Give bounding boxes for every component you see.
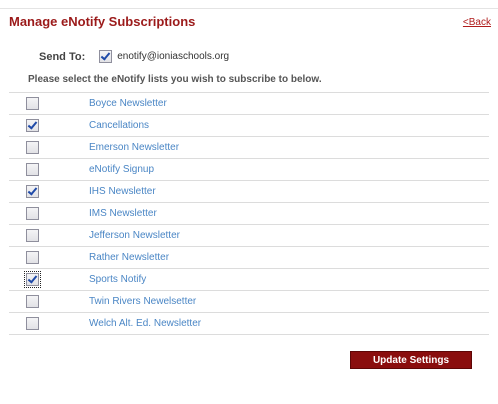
subscription-checkbox[interactable] — [26, 229, 39, 242]
subscription-checkbox[interactable] — [26, 163, 39, 176]
subscription-checkbox[interactable] — [26, 97, 39, 110]
subscription-link[interactable]: eNotify Signup — [89, 164, 154, 175]
subscription-row: Boyce Newsletter — [9, 93, 489, 115]
top-divider — [0, 8, 498, 9]
subscription-link[interactable]: Welch Alt. Ed. Newsletter — [89, 318, 201, 329]
instructions-text: Please select the eNotify lists you wish… — [28, 74, 322, 85]
back-link[interactable]: <Back — [463, 17, 491, 28]
subscription-row: eNotify Signup — [9, 159, 489, 181]
subscription-link[interactable]: IHS Newsletter — [89, 186, 156, 197]
subscription-checkbox[interactable] — [26, 207, 39, 220]
subscription-link[interactable]: Twin Rivers Newelsetter — [89, 296, 196, 307]
subscription-link[interactable]: IMS Newsletter — [89, 208, 157, 219]
send-to-email: enotify@ioniaschools.org — [117, 51, 230, 62]
subscription-row: Jefferson Newsletter — [9, 225, 489, 247]
subscription-checkbox[interactable] — [26, 185, 39, 198]
subscription-checkbox[interactable] — [26, 141, 39, 154]
subscription-row: IMS Newsletter — [9, 203, 489, 225]
subscription-checkbox[interactable] — [24, 271, 41, 288]
subscription-link[interactable]: Cancellations — [89, 120, 149, 131]
subscription-row: Twin Rivers Newelsetter — [9, 291, 489, 313]
subscription-checkbox[interactable] — [26, 119, 39, 132]
subscription-row: Cancellations — [9, 115, 489, 137]
subscription-link[interactable]: Sports Notify — [89, 274, 146, 285]
page-title: Manage eNotify Subscriptions — [9, 14, 196, 29]
subscription-list: Boyce Newsletter Cancellations Emerson New… — [9, 92, 489, 335]
send-to-row: Send To: enotify@ioniaschools.org — [39, 50, 229, 63]
subscription-checkbox[interactable] — [26, 295, 39, 308]
subscription-link[interactable]: Emerson Newsletter — [89, 142, 179, 153]
update-settings-button[interactable]: Update Settings — [350, 351, 472, 369]
subscription-checkbox[interactable] — [26, 317, 39, 330]
subscription-link[interactable]: Boyce Newsletter — [89, 98, 167, 109]
subscription-link[interactable]: Rather Newsletter — [89, 252, 169, 263]
subscription-row: Rather Newsletter — [9, 247, 489, 269]
subscription-row: Emerson Newsletter — [9, 137, 489, 159]
subscription-row: Sports Notify — [9, 269, 489, 291]
send-to-checkbox[interactable] — [99, 50, 113, 63]
subscription-checkbox[interactable] — [26, 251, 39, 264]
subscription-link[interactable]: Jefferson Newsletter — [89, 230, 180, 241]
send-to-label: Send To: — [39, 50, 86, 63]
subscription-row: IHS Newsletter — [9, 181, 489, 203]
subscription-row: Welch Alt. Ed. Newsletter — [9, 313, 489, 335]
